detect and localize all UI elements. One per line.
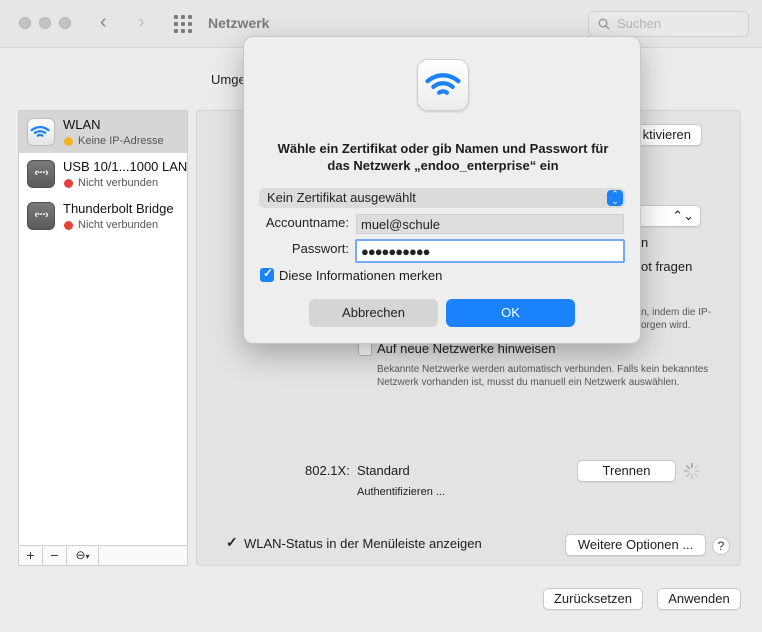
cancel-button[interactable]: Abbrechen xyxy=(309,299,438,327)
service-name: WLAN xyxy=(63,117,101,132)
account-label: Accountname: xyxy=(265,215,349,230)
add-service-button[interactable]: + xyxy=(19,546,43,565)
location-label: Umge xyxy=(211,72,246,87)
account-name-field[interactable] xyxy=(356,214,624,234)
checkmark-icon: ✓ xyxy=(226,534,238,550)
status-dot-icon xyxy=(64,221,73,230)
ask-hotspot-fragment: ot fragen xyxy=(641,259,693,274)
menubar-status-label: WLAN-Status in der Menüleiste anzeigen xyxy=(244,536,482,551)
note-fragment-2: orgen wird. xyxy=(641,320,691,331)
menubar-status-checkbox[interactable]: ✓ xyxy=(224,534,238,550)
zoom-window-button[interactable] xyxy=(59,17,71,29)
remember-checkbox[interactable]: ✓ xyxy=(260,266,274,282)
dialog-title: Wähle ein Zertifikat oder gib Namen und … xyxy=(254,140,632,174)
chevron-updown-icon: ⌃ ⌄ xyxy=(607,190,623,206)
password-label: Passwort: xyxy=(291,241,349,256)
credentials-dialog: Wähle ein Zertifikat oder gib Namen und … xyxy=(243,36,641,344)
loading-spinner-icon xyxy=(683,462,701,480)
notify-networks-description: Bekannte Netzwerke werden automatisch ve… xyxy=(377,364,709,388)
certificate-select-value: Kein Zertifikat ausgewählt xyxy=(267,190,416,205)
service-status: Nicht verbunden xyxy=(78,177,159,189)
ethernet-icon: ‹···› xyxy=(27,160,55,188)
back-arrow-icon[interactable]: ‹ xyxy=(100,12,107,32)
search-icon xyxy=(598,18,610,30)
note-fragment-1: n, indem die IP- xyxy=(641,307,712,318)
minimize-window-button[interactable] xyxy=(39,17,51,29)
service-status: Keine IP-Adresse xyxy=(78,135,164,147)
search-input[interactable] xyxy=(617,16,737,31)
service-list-toolbar: + − ⊖▾ xyxy=(18,545,188,566)
certificate-select[interactable]: Kein Zertifikat ausgewählt ⌃ ⌄ xyxy=(259,188,625,208)
dialog-title-line-2: das Netzwerk „endoo_enterprise“ ein xyxy=(327,158,559,173)
service-item-usb-lan[interactable]: ‹···› USB 10/1...1000 LAN Nicht verbunde… xyxy=(19,153,187,195)
show-all-grid-icon[interactable] xyxy=(174,15,192,33)
action-icon: ⊖ xyxy=(75,548,86,562)
service-item-wlan[interactable]: WLAN Keine IP-Adresse xyxy=(19,111,187,153)
dot1x-value: Standard xyxy=(357,463,410,478)
search-field[interactable] xyxy=(588,11,749,37)
window-title: Netzwerk xyxy=(208,15,270,31)
dot1x-status: Authentifizieren ... xyxy=(357,486,446,498)
disconnect-button[interactable]: Trennen xyxy=(577,460,676,482)
service-status: Nicht verbunden xyxy=(78,219,159,231)
notify-networks-checkbox[interactable] xyxy=(358,342,372,356)
ethernet-icon: ‹···› xyxy=(27,202,55,230)
service-list: WLAN Keine IP-Adresse ‹···› USB 10/1...1… xyxy=(18,110,188,566)
password-field[interactable] xyxy=(355,239,625,263)
remove-service-button[interactable]: − xyxy=(43,546,67,565)
advanced-options-button[interactable]: Weitere Optionen ... xyxy=(565,534,706,556)
close-window-button[interactable] xyxy=(19,17,31,29)
status-dot-icon xyxy=(64,137,73,146)
revert-button[interactable]: Zurücksetzen xyxy=(543,588,643,610)
ask-join-fragment: n xyxy=(641,235,649,250)
wifi-icon xyxy=(417,59,469,111)
service-name: USB 10/1...1000 LAN xyxy=(63,159,188,174)
wifi-icon xyxy=(27,118,55,146)
status-dot-icon xyxy=(64,179,73,188)
dot1x-label: 802.1X: xyxy=(305,463,350,478)
service-name: Thunderbolt Bridge xyxy=(63,201,174,216)
dialog-title-line-1: Wähle ein Zertifikat oder gib Namen und … xyxy=(277,141,609,156)
help-button[interactable]: ? xyxy=(712,537,730,555)
checkmark-icon: ✓ xyxy=(263,266,274,280)
ok-button[interactable]: OK xyxy=(446,299,575,327)
service-item-thunderbolt-bridge[interactable]: ‹···› Thunderbolt Bridge Nicht verbunden xyxy=(19,195,187,237)
action-menu-button[interactable]: ⊖▾ xyxy=(67,546,99,565)
apply-button[interactable]: Anwenden xyxy=(657,588,741,610)
remember-label: Diese Informationen merken xyxy=(279,268,443,283)
forward-arrow-icon[interactable]: › xyxy=(138,12,145,32)
